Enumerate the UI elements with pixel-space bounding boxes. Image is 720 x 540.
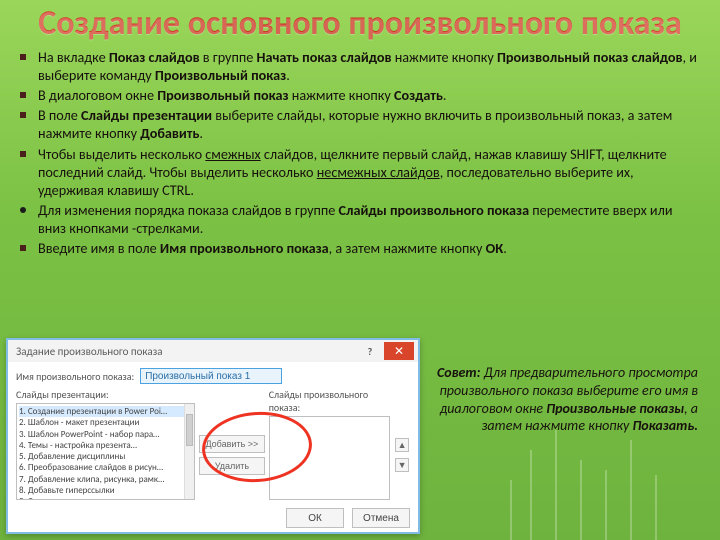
- custom-show-slides-list[interactable]: [269, 416, 390, 500]
- presentation-slides-list[interactable]: 1. Создание презентации в Power Poi…2. Ш…: [16, 403, 195, 500]
- step-item: На вкладке Показ слайдов в группе Начать…: [34, 48, 698, 84]
- tip-keyword-2: Показать.: [632, 417, 698, 434]
- list-item[interactable]: 2. Шаблон - макет презентации: [19, 417, 192, 428]
- step-item: В поле Слайды презентации выберите слайд…: [34, 106, 698, 142]
- close-button[interactable]: ✕: [384, 342, 414, 360]
- steps-list: На вкладке Показ слайдов в группе Начать…: [34, 48, 698, 258]
- add-button[interactable]: Добавить >>: [199, 435, 265, 453]
- tip-lead: Совет:: [437, 364, 481, 381]
- cancel-button[interactable]: Отмена: [352, 508, 410, 528]
- custom-show-dialog: Задание произвольного показа ? ✕ Имя про…: [6, 338, 420, 534]
- name-label: Имя произвольного показа:: [16, 370, 134, 383]
- list-item[interactable]: 6. Преобразование слайдов в рисун…: [19, 462, 192, 473]
- help-icon[interactable]: ?: [362, 345, 378, 358]
- list-item[interactable]: 7. Добавление клипа, рисунка, рамк…: [19, 474, 192, 485]
- list-item[interactable]: 4. Темы - настройка презента…: [19, 440, 192, 451]
- list-item[interactable]: 1. Создание презентации в Power Poi…: [19, 406, 192, 417]
- dialog-body: Имя произвольного показа: Слайды презент…: [8, 362, 418, 504]
- list-item[interactable]: 5. Добавление дисциплины: [19, 451, 192, 462]
- tip-block: Совет: Для предварительного просмотра пр…: [426, 364, 698, 436]
- ok-button[interactable]: ОК: [286, 508, 344, 528]
- list-item[interactable]: 3. Шаблон PowerPoint - набор пара…: [19, 429, 192, 440]
- move-up-button[interactable]: ▲: [395, 438, 409, 452]
- tip-keyword-1: Произвольные показы: [546, 400, 684, 417]
- step-item: Чтобы выделить несколько смежных слайдов…: [34, 145, 698, 200]
- remove-button[interactable]: Удалить: [199, 457, 265, 475]
- scrollbar[interactable]: [184, 404, 194, 499]
- slide: Создание основного произвольного показа …: [0, 0, 720, 540]
- step-item: Введите имя в поле Имя произвольного пок…: [34, 239, 698, 257]
- show-name-input[interactable]: [140, 368, 282, 384]
- list-item[interactable]: 8. Добавьте гиперссылки: [19, 485, 192, 496]
- step-item: Для изменения порядка показа слайдов в г…: [34, 201, 698, 237]
- left-list-header: Слайды презентации:: [16, 388, 195, 401]
- step-item: В диалоговом окне Произвольный показ наж…: [34, 86, 698, 104]
- move-down-button[interactable]: ▼: [395, 458, 409, 472]
- list-item[interactable]: 9. Создание произвольного показа: [19, 496, 192, 500]
- dialog-title: Задание произвольного показа: [16, 345, 356, 358]
- slide-body: На вкладке Показ слайдов в группе Начать…: [0, 44, 720, 540]
- slide-title: Создание основного произвольного показа: [0, 0, 720, 44]
- dialog-titlebar: Задание произвольного показа ? ✕: [8, 340, 418, 362]
- right-list-header: Слайды произвольного показа:: [269, 388, 390, 414]
- dialog-footer: ОК Отмена: [8, 504, 418, 532]
